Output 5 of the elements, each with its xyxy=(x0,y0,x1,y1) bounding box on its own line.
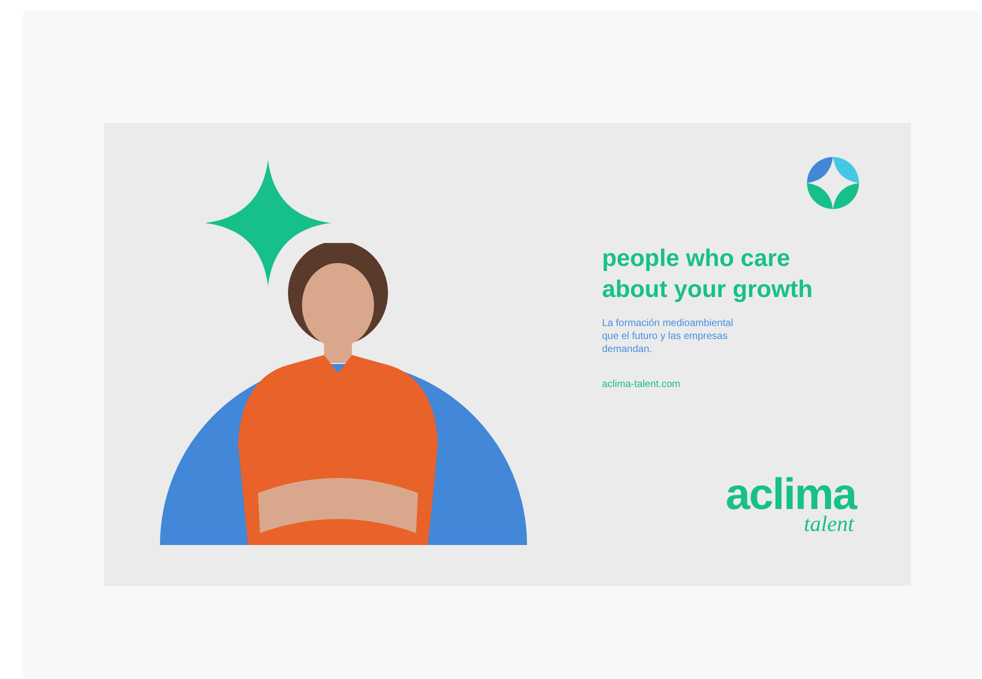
description: La formación medioambiental que el futuro y las empresas demandan. xyxy=(602,317,734,356)
website-link[interactable]: aclima-talent.com xyxy=(602,377,680,392)
headline: people who care about your growth xyxy=(602,244,814,305)
sparkle-star-icon xyxy=(205,160,331,286)
logo-emblem-icon xyxy=(807,157,859,209)
